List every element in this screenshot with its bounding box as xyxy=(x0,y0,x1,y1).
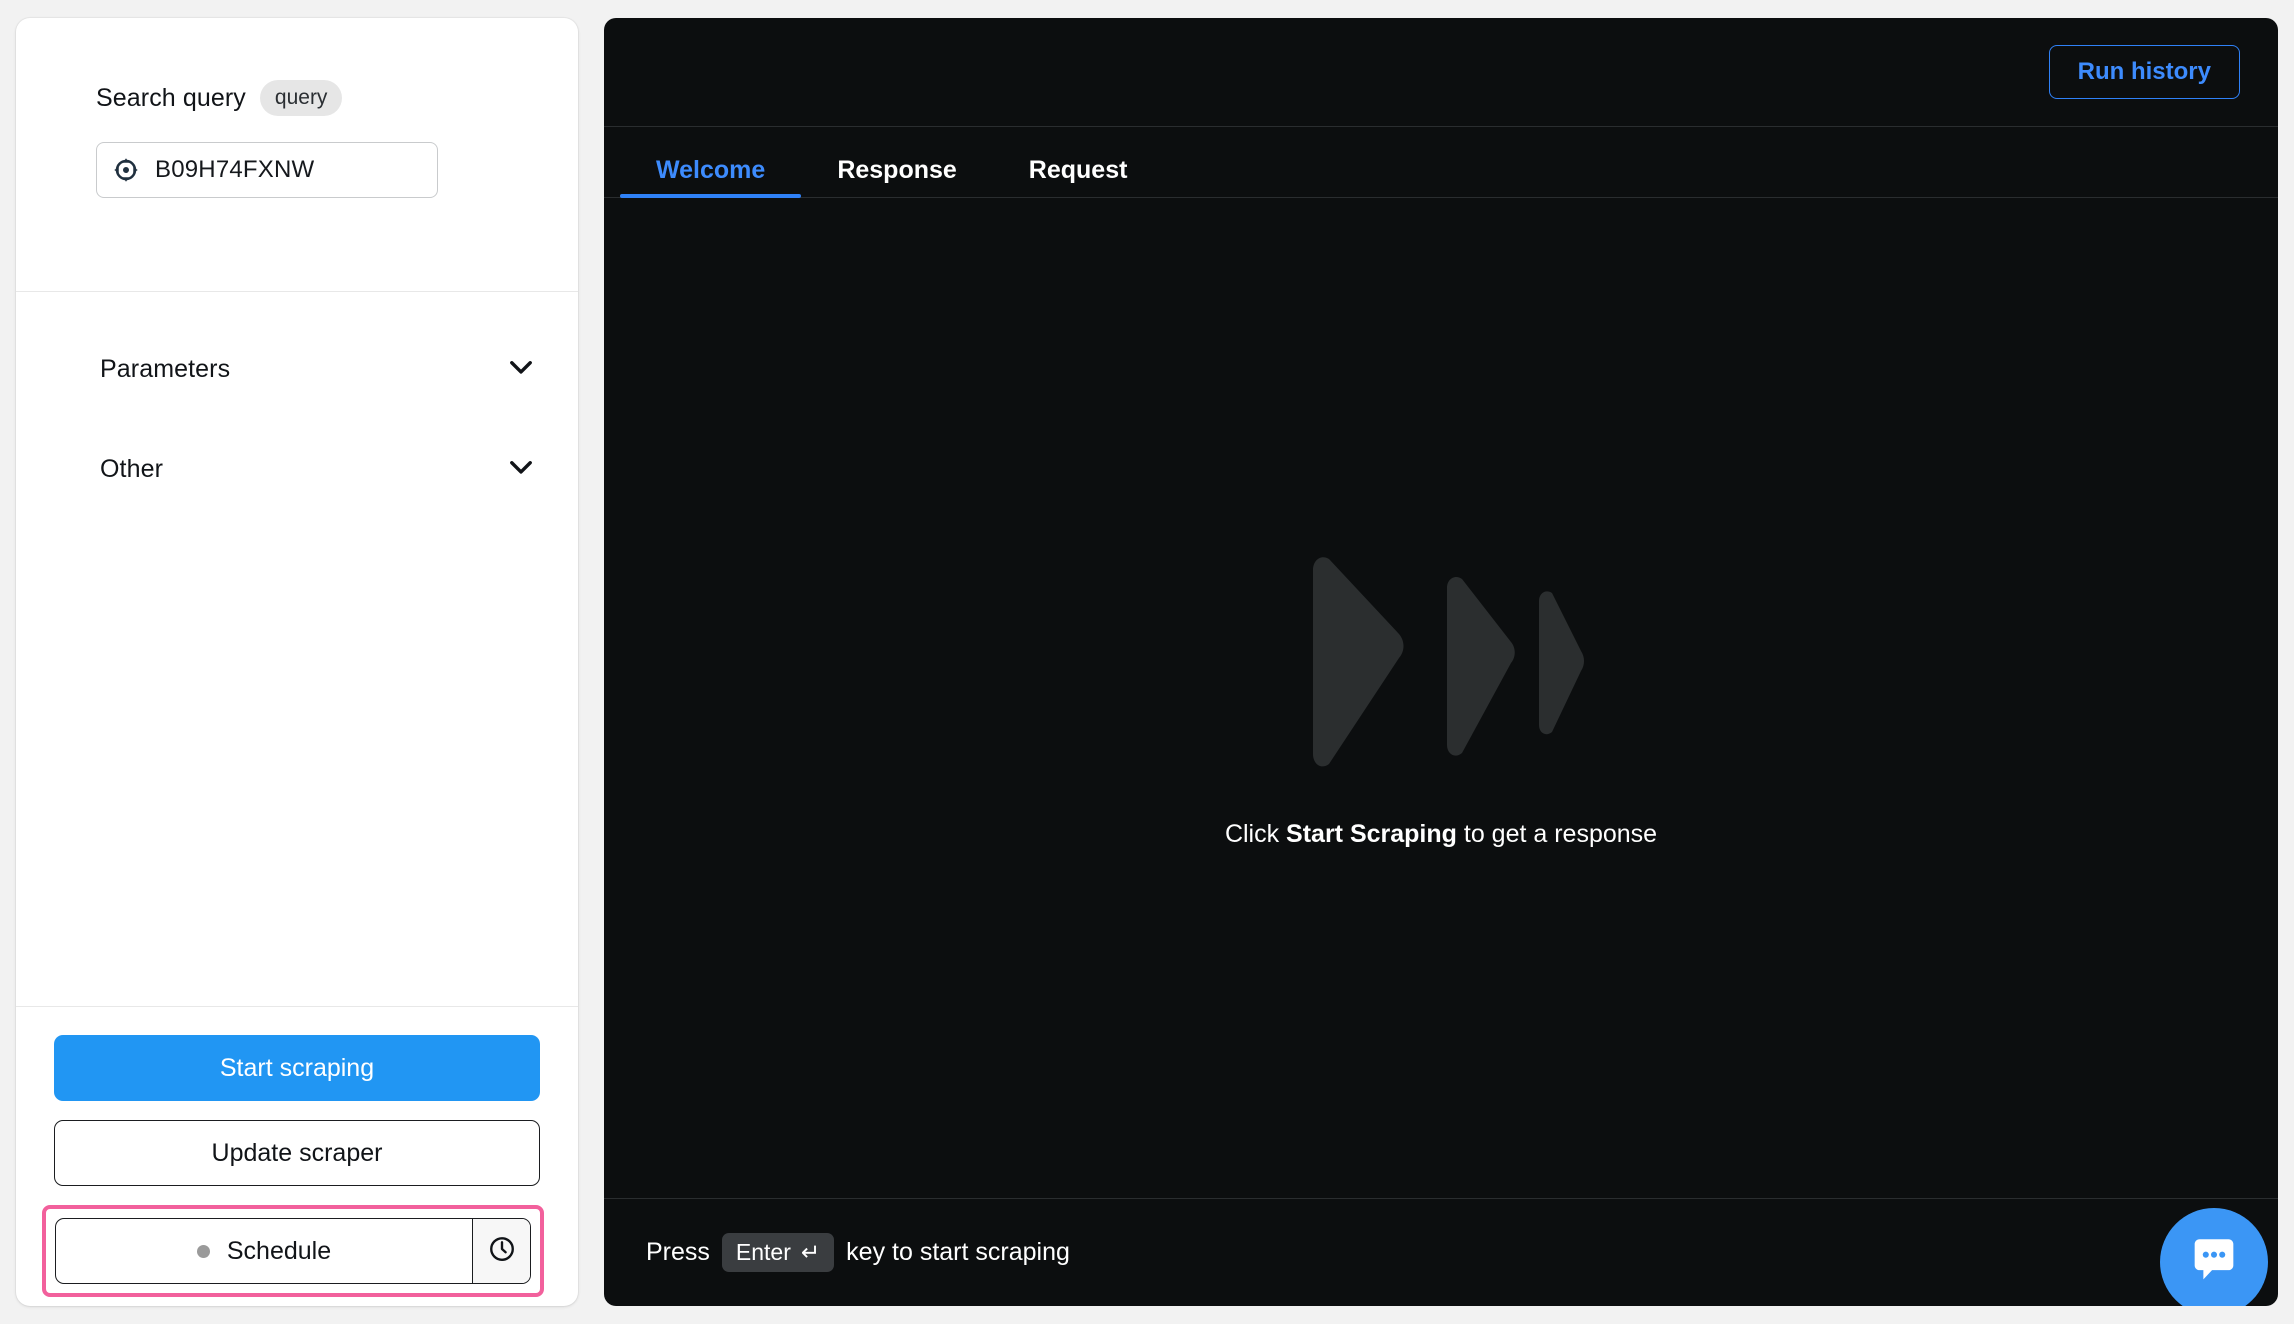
search-query-input[interactable]: B09H74FXNW xyxy=(155,156,314,184)
status-badge xyxy=(196,1244,210,1258)
group-other[interactable]: Other xyxy=(16,428,578,510)
empty-state: Click Start Scraping to get a response xyxy=(604,198,2278,1198)
empty-state-text-bold: Start Scraping xyxy=(1286,819,1457,848)
chat-widget-button[interactable] xyxy=(2160,1208,2268,1306)
enter-return-icon: ↵ xyxy=(800,1239,821,1265)
update-scraper-button[interactable]: Update scraper xyxy=(54,1120,540,1186)
output-panel-toolbar: Run history xyxy=(604,18,2278,126)
group-parameters[interactable]: Parameters xyxy=(16,328,578,410)
search-query-section: Search query query B09H74FXNW xyxy=(16,18,578,292)
action-buttons: Start scraping Update scraper Schedule xyxy=(16,1006,578,1306)
parameter-groups: Parameters Other xyxy=(16,292,578,1006)
enter-key-label: Enter xyxy=(735,1239,791,1265)
tab-welcome[interactable]: Welcome xyxy=(620,158,802,198)
tab-request[interactable]: Request xyxy=(993,158,1164,197)
schedule-button-main[interactable]: Schedule xyxy=(56,1219,472,1283)
output-panel: Run history Welcome Response Request Cli… xyxy=(604,18,2278,1306)
chevron-down-icon[interactable] xyxy=(504,350,538,389)
clock-icon xyxy=(487,1234,517,1269)
start-scraping-button[interactable]: Start scraping xyxy=(54,1035,540,1101)
search-query-chip: query xyxy=(259,80,343,116)
search-query-label-row: Search query query xyxy=(16,80,578,116)
tab-response[interactable]: Response xyxy=(801,158,992,197)
chevron-down-icon[interactable] xyxy=(504,450,538,489)
group-parameters-label: Parameters xyxy=(100,354,231,383)
empty-state-text: Click Start Scraping to get a response xyxy=(1225,820,1657,849)
schedule-button[interactable]: Schedule xyxy=(55,1218,531,1284)
chat-bubble-icon xyxy=(2185,1231,2243,1294)
input-panel: Search query query B09H74FXNW Parameters… xyxy=(16,18,578,1306)
footer-press-label: Press xyxy=(646,1238,710,1266)
group-other-label: Other xyxy=(100,454,164,483)
enter-key-badge: Enter ↵ xyxy=(721,1233,835,1272)
crosshair-target-icon xyxy=(111,155,141,185)
empty-state-text-before: Click xyxy=(1224,819,1287,848)
run-history-button[interactable]: Run history xyxy=(2048,45,2240,99)
footer-tail-label: key to start scraping xyxy=(846,1238,1070,1266)
schedule-highlight-box: Schedule xyxy=(42,1205,544,1297)
apify-chevrons-logo xyxy=(1295,548,1587,776)
app-root: Search query query B09H74FXNW Parameters… xyxy=(0,0,2294,1324)
empty-state-text-after: to get a response xyxy=(1456,819,1658,848)
output-panel-footer: Press Enter ↵ key to start scraping xyxy=(604,1198,2278,1306)
schedule-button-label: Schedule xyxy=(226,1236,332,1265)
output-tabs: Welcome Response Request xyxy=(604,126,2278,198)
schedule-clock-button[interactable] xyxy=(472,1219,530,1283)
search-query-input-wrapper[interactable]: B09H74FXNW xyxy=(96,142,438,198)
search-query-label: Search query xyxy=(96,83,246,112)
